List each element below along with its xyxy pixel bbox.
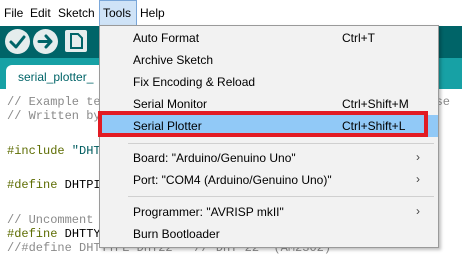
menu-separator <box>128 143 434 144</box>
menu-item-label: Auto Format <box>133 31 200 45</box>
menu-item-label: Board: "Arduino/Genuino Uno" <box>133 151 296 165</box>
tab-label: serial_plotter_ <box>18 70 94 84</box>
define-keyword: #define <box>7 178 58 192</box>
code-line-1: // Example te <box>7 95 101 109</box>
arrow-right-icon <box>37 34 53 49</box>
chevron-right-icon: › <box>416 172 420 186</box>
menu-sketch[interactable]: Sketch <box>58 0 95 26</box>
code-line-3: #include "DHT <box>7 144 101 158</box>
menu-tools[interactable]: Tools <box>99 0 137 26</box>
menu-item-auto-format[interactable]: Auto Format Ctrl+T <box>100 27 438 49</box>
menu-item-label: Burn Bootloader <box>133 227 220 241</box>
menu-item-label: Archive Sketch <box>133 53 214 67</box>
code-line-2: // Written by <box>7 109 101 123</box>
check-icon <box>9 35 26 49</box>
menu-item-label: Serial Monitor <box>133 97 208 111</box>
code-line-5: // Uncomment <box>7 213 94 227</box>
chevron-right-icon: › <box>416 150 420 164</box>
menu-edit[interactable]: Edit <box>30 0 51 26</box>
chevron-right-icon: › <box>416 204 420 218</box>
menu-item-programmer[interactable]: Programmer: "AVRISP mkII" › <box>100 201 438 223</box>
menu-item-label: Programmer: "AVRISP mkII" <box>133 205 284 219</box>
code-line-1-text: // Example te <box>7 95 101 109</box>
define-keyword-2: #define <box>7 227 58 241</box>
upload-button[interactable] <box>33 29 58 54</box>
menu-item-label: Port: "COM4 (Arduino/Genuino Uno)" <box>133 173 332 187</box>
menu-help[interactable]: Help <box>140 0 165 26</box>
menu-file[interactable]: File <box>4 0 23 26</box>
new-button[interactable] <box>65 30 87 52</box>
menu-bar: File Edit Sketch Tools Help <box>0 0 462 26</box>
menu-item-board[interactable]: Board: "Arduino/Genuino Uno" › <box>100 147 438 169</box>
verify-button[interactable] <box>5 29 30 54</box>
menu-item-shortcut: Ctrl+T <box>342 31 375 45</box>
define-rest-2: DHTTY <box>57 227 101 241</box>
new-file-icon <box>70 33 83 49</box>
code-line-6: #define DHTTY <box>7 227 101 241</box>
tab-serial-plotter[interactable]: serial_plotter_ <box>6 65 106 89</box>
menu-item-archive-sketch[interactable]: Archive Sketch <box>100 49 438 71</box>
menu-item-label: Fix Encoding & Reload <box>133 75 256 89</box>
code-line-4: #define DHTPI <box>7 178 101 192</box>
include-string: "DHT <box>64 144 101 158</box>
define-rest: DHTPI <box>57 178 101 192</box>
menu-separator <box>128 196 434 197</box>
menu-item-fix-encoding[interactable]: Fix Encoding & Reload <box>100 71 438 93</box>
menu-item-shortcut: Ctrl+Shift+M <box>342 97 409 111</box>
menu-item-burn-bootloader[interactable]: Burn Bootloader <box>100 223 438 245</box>
menu-item-port[interactable]: Port: "COM4 (Arduino/Genuino Uno)" › <box>100 169 438 191</box>
highlight-annotation-box <box>98 111 428 137</box>
include-keyword: #include <box>7 144 65 158</box>
